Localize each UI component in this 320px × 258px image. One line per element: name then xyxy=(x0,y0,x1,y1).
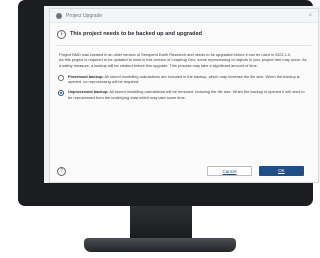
processed-backup-text: Processed backup: All stored modelling c… xyxy=(68,74,309,85)
dialog-footer: ? Cancel OK xyxy=(50,160,318,182)
ok-button[interactable]: OK xyxy=(259,166,304,176)
unprocessed-backup-title: Unprocessed backup: xyxy=(68,89,109,95)
monitor-neck xyxy=(130,206,192,242)
help-icon[interactable]: ? xyxy=(57,166,66,176)
project-upgrade-dialog: Project Upgrade × i This project needs t… xyxy=(49,8,319,183)
monitor-screen: Project Upgrade × i This project needs t… xyxy=(44,6,320,183)
app-icon xyxy=(56,12,62,19)
info-icon: i xyxy=(57,29,66,39)
header-divider xyxy=(57,45,311,46)
dialog-header: i This project needs to be backed up and… xyxy=(50,23,318,45)
processed-backup-title: Processed backup: xyxy=(68,73,104,79)
dialog-message: Project BMD was created in an older vers… xyxy=(59,52,309,68)
monitor-stand xyxy=(84,238,236,252)
close-icon[interactable]: × xyxy=(308,13,312,19)
processed-backup-description: All stored modelling calculations are in… xyxy=(68,73,300,85)
ok-button-label: OK xyxy=(278,168,285,173)
monitor-bezel: Project Upgrade × i This project needs t… xyxy=(18,0,320,206)
option-unprocessed-backup[interactable]: Unprocessed backup: All stored modelling… xyxy=(57,89,309,100)
processed-backup-radio[interactable] xyxy=(58,74,64,81)
dialog-title: Project Upgrade xyxy=(66,12,103,19)
dialog-heading: This project needs to be backed up and u… xyxy=(70,31,203,37)
unprocessed-backup-text: Unprocessed backup: All stored modelling… xyxy=(68,89,309,100)
message-paragraph-2: As this project is required to be update… xyxy=(59,57,307,68)
backup-options: Processed backup: All stored modelling c… xyxy=(57,74,309,100)
cancel-button-label: Cancel xyxy=(222,169,237,174)
dialog-titlebar: Project Upgrade × xyxy=(50,9,318,23)
cancel-button[interactable]: Cancel xyxy=(207,166,252,176)
option-processed-backup[interactable]: Processed backup: All stored modelling c… xyxy=(57,74,309,85)
unprocessed-backup-radio[interactable] xyxy=(58,90,64,97)
